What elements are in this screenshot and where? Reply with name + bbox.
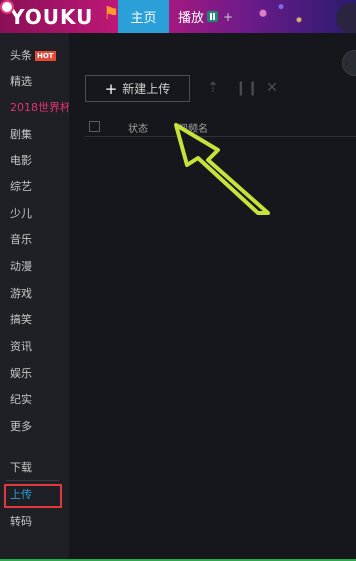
sidebar-item-games[interactable]: 游戏 [10, 286, 32, 302]
sidebar-item-funny[interactable]: 搞笑 [10, 312, 32, 328]
new-upload-button[interactable]: + 新建上传 [85, 75, 190, 102]
sidebar-item-label: 头条 [10, 49, 32, 62]
upload-table-header: 状态 视频名 [85, 117, 356, 137]
sidebar-item-variety[interactable]: 综艺 [10, 179, 32, 195]
tab-play-label: 播放 [178, 11, 205, 26]
logo-flag-icon: ⚑ [103, 3, 120, 24]
top-header: YOUKU ⚑ 主页 播放 + [0, 0, 356, 33]
sidebar-item-series[interactable]: 剧集 [10, 127, 32, 143]
sidebar-item-movies[interactable]: 电影 [10, 153, 32, 169]
sidebar-item-download[interactable]: 下载 [10, 460, 32, 476]
header-decoration [236, 0, 326, 33]
sidebar-item-documentary[interactable]: 纪实 [10, 392, 32, 408]
add-tab-icon[interactable]: + [223, 10, 233, 24]
plus-icon: + [104, 79, 118, 98]
column-status: 状态 [128, 124, 148, 135]
new-upload-label: 新建上传 [122, 82, 171, 96]
pause-all-icon[interactable]: ❙❙ [235, 80, 258, 96]
sidebar-divider [6, 480, 59, 481]
upload-top-icon[interactable]: ⇡ [205, 80, 221, 96]
logo-ball-icon [0, 0, 14, 14]
header-corner-decoration [336, 3, 356, 33]
sidebar-item-world-cup[interactable]: 2018世界杯 [10, 100, 71, 116]
delete-icon[interactable]: ✕ [264, 80, 280, 96]
sidebar-item-featured[interactable]: 精选 [10, 74, 32, 90]
sidebar-item-more[interactable]: 更多 [10, 419, 32, 435]
panel-toggle-knob[interactable] [342, 50, 356, 76]
column-video-name: 视频名 [178, 124, 208, 135]
upload-highlight-box [4, 484, 62, 508]
youku-logo[interactable]: YOUKU ⚑ [0, 0, 120, 33]
sidebar-item-music[interactable]: 音乐 [10, 232, 32, 248]
pause-icon [207, 11, 219, 22]
upload-panel: + 新建上传 ⇡ ❙❙ ✕ 状态 视频名 [69, 33, 356, 561]
sidebar-item-kids[interactable]: 少儿 [10, 206, 32, 222]
sidebar-item-entertainment[interactable]: 娱乐 [10, 366, 32, 382]
sidebar: 头条 HOT 精选 2018世界杯 剧集 电影 综艺 少儿 音乐 动漫 游戏 搞笑… [0, 33, 71, 561]
logo-text: YOUKU [10, 4, 94, 29]
tab-home[interactable]: 主页 [118, 0, 169, 33]
sidebar-item-anime[interactable]: 动漫 [10, 259, 32, 275]
tab-home-label: 主页 [130, 11, 157, 26]
hot-badge: HOT [35, 51, 56, 61]
sidebar-item-headlines[interactable]: 头条 HOT [10, 48, 56, 64]
tab-play[interactable]: 播放 + [178, 0, 238, 33]
sidebar-item-news[interactable]: 资讯 [10, 339, 32, 355]
sidebar-item-transcode[interactable]: 转码 [10, 514, 32, 530]
select-all-checkbox[interactable] [89, 121, 100, 132]
